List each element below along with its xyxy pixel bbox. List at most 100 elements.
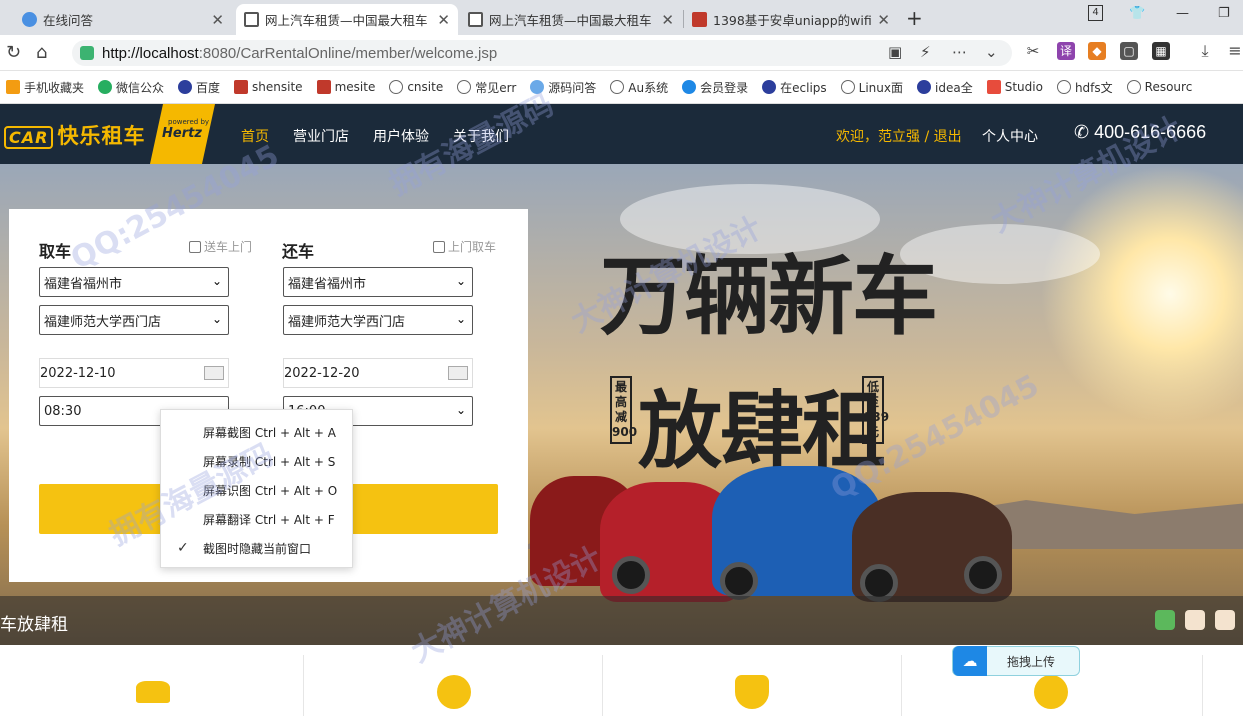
wheel-icon xyxy=(964,556,1002,594)
translate-icon[interactable]: 译 xyxy=(1057,42,1075,60)
apps-icon[interactable]: ▦ xyxy=(1152,42,1170,60)
close-icon[interactable]: ✕ xyxy=(877,11,890,29)
menu-item-translate[interactable]: 屏幕翻译 Ctrl + Alt + F xyxy=(161,505,354,534)
more-icon[interactable]: ⋯ xyxy=(952,43,967,61)
banner-slogan-1: 万辆新车 xyxy=(600,246,938,347)
bookmark-item[interactable]: 百度 xyxy=(178,79,220,96)
tab-title: 网上汽车租赁—中国最大租车 xyxy=(489,13,652,28)
menu-item-record[interactable]: 屏幕录制 Ctrl + Alt + S xyxy=(161,447,354,476)
close-icon[interactable]: ✕ xyxy=(437,11,450,29)
bookmark-item[interactable]: Linux面 xyxy=(840,79,903,96)
globe-icon xyxy=(1126,80,1141,94)
scissors-icon[interactable]: ✂ xyxy=(1024,42,1042,60)
pickup-date-input[interactable]: 2022-12-10 xyxy=(39,358,229,388)
tab-car-rental-active[interactable]: 网上汽车租赁—中国最大租车 ✕ xyxy=(236,4,458,35)
return-date-input[interactable]: 2022-12-20 xyxy=(283,358,473,388)
bookmark-item[interactable]: 常见err xyxy=(457,79,516,96)
divider xyxy=(901,655,902,716)
welcome-logout-link[interactable]: 欢迎，范立强 / 退出 xyxy=(836,126,962,146)
shirt-icon[interactable]: 👕 xyxy=(1129,6,1145,21)
bookmark-item[interactable]: 在eclips xyxy=(762,79,827,96)
bookmark-item[interactable]: shensite xyxy=(234,80,303,94)
menu-item-hide-window[interactable]: ✓ 截图时隐藏当前窗口 xyxy=(161,534,354,563)
bookmark-item[interactable]: 源码问答 xyxy=(530,79,596,96)
minimize-icon[interactable]: — xyxy=(1176,6,1189,21)
logo-car-mark: CAR xyxy=(4,126,54,149)
tab-car-rental[interactable]: 网上汽车租赁—中国最大租车 ✕ xyxy=(460,4,682,35)
pickup-store-select[interactable]: 福建师范大学西门店 ⌄ xyxy=(39,305,229,335)
return-city-select[interactable]: 福建省福州市 ⌄ xyxy=(283,267,473,297)
maximize-icon[interactable]: ❐ xyxy=(1218,6,1230,21)
folder-icon xyxy=(6,80,20,94)
carousel-dot[interactable] xyxy=(1215,610,1235,630)
pickup-service-checkbox[interactable]: 上门取车 xyxy=(433,238,496,255)
site-icon xyxy=(986,80,1001,94)
site-logo[interactable]: CAR 快乐租车 powered by Hertz xyxy=(0,104,215,164)
divider xyxy=(602,655,603,716)
tab-title: 1398基于安卓uniapp的wifi和 xyxy=(713,13,872,28)
banner-caption: 车放肆租 xyxy=(0,615,68,635)
bookmark-item[interactable]: Studio xyxy=(986,80,1043,94)
download-icon[interactable]: ⤓ xyxy=(1196,42,1214,60)
home-icon[interactable]: ⌂ xyxy=(36,42,47,63)
hertz-badge: powered by Hertz xyxy=(150,104,215,164)
drag-upload-widget[interactable]: ☁ 拖拽上传 xyxy=(952,646,1080,676)
bookmark-item[interactable]: Resourc xyxy=(1126,80,1192,94)
new-tab-button[interactable]: + xyxy=(906,6,923,30)
bookmark-item[interactable]: cnsite xyxy=(389,80,443,94)
user-center-link[interactable]: 个人中心 xyxy=(982,126,1038,146)
tab-favicon-icon xyxy=(244,12,259,27)
chevron-down-icon: ⌄ xyxy=(211,312,222,326)
chevron-down-icon[interactable]: ⌄ xyxy=(985,43,998,61)
logo-text: 快乐租车 xyxy=(57,124,146,148)
baidu-icon xyxy=(917,80,931,94)
divider xyxy=(1202,655,1203,716)
game-icon[interactable]: ◆ xyxy=(1088,42,1106,60)
nav-experience[interactable]: 用户体验 xyxy=(373,126,429,146)
calendar-icon[interactable] xyxy=(204,366,224,380)
bookmark-item[interactable]: mesite xyxy=(316,80,375,94)
bookmark-item[interactable]: hdfs文 xyxy=(1056,79,1113,96)
window-icon[interactable]: ▢ xyxy=(1120,42,1138,60)
calendar-icon[interactable] xyxy=(448,366,468,380)
globe-icon xyxy=(457,80,472,94)
tab-online-qa[interactable]: 在线问答 ✕ xyxy=(14,4,232,35)
tab-favicon-icon xyxy=(692,12,707,27)
url-bar[interactable]: http://localhost:8080/CarRentalOnline/me… xyxy=(72,40,1012,66)
bookmark-item[interactable]: idea全 xyxy=(917,79,973,96)
car-icon xyxy=(136,681,170,703)
tab-count-icon[interactable]: 4 xyxy=(1088,5,1103,21)
pickup-city-select[interactable]: 福建省福州市 ⌄ xyxy=(39,267,229,297)
banner-tag-discount: 最高减900 xyxy=(610,376,637,444)
carousel-dot-active[interactable] xyxy=(1155,610,1175,630)
bookmark-item[interactable]: 手机收藏夹 xyxy=(6,79,84,96)
nav-about[interactable]: 关于我们 xyxy=(453,126,509,146)
menu-item-screenshot[interactable]: 屏幕截图 Ctrl + Alt + A xyxy=(161,418,354,447)
baidu-icon xyxy=(178,80,193,94)
tab-title: 网上汽车租赁—中国最大租车 xyxy=(265,13,428,28)
bookmark-item[interactable]: 会员登录 xyxy=(682,79,748,96)
close-icon[interactable]: ✕ xyxy=(211,11,224,29)
bookmarks-bar: 手机收藏夹 微信公众 百度 shensite mesite cnsite 常见e… xyxy=(0,71,1243,104)
carousel-dot[interactable] xyxy=(1185,610,1205,630)
close-icon[interactable]: ✕ xyxy=(661,11,674,29)
bookmark-item[interactable]: Au系统 xyxy=(610,79,668,96)
browser-tab-strip: 在线问答 ✕ 网上汽车租赁—中国最大租车 ✕ 网上汽车租赁—中国最大租车 ✕ 1… xyxy=(0,0,1243,35)
site-icon xyxy=(234,80,249,94)
reload-icon[interactable]: ↻ xyxy=(6,42,21,63)
nav-stores[interactable]: 营业门店 xyxy=(293,126,349,146)
menu-item-recognize[interactable]: 屏幕识图 Ctrl + Alt + O xyxy=(161,476,354,505)
bookmark-item[interactable]: 微信公众 xyxy=(98,79,164,96)
main-nav: 首页 营业门店 用户体验 关于我们 xyxy=(241,126,533,146)
return-store-select[interactable]: 福建师范大学西门店 ⌄ xyxy=(283,305,473,335)
phone-icon: ✆ xyxy=(1074,122,1095,142)
delivery-checkbox[interactable]: 送车上门 xyxy=(189,238,252,255)
address-toolbar: ↻ ⌂ http://localhost:8080/CarRentalOnlin… xyxy=(0,35,1243,71)
tab-uniapp-wifi[interactable]: 1398基于安卓uniapp的wifi和 ✕ xyxy=(684,4,898,35)
lightning-icon[interactable]: ⚡ xyxy=(920,43,931,61)
screenshot-icon[interactable]: ▣ xyxy=(888,43,902,61)
cloud-icon xyxy=(682,80,697,94)
globe-icon xyxy=(840,80,855,94)
menu-icon[interactable]: ≡ xyxy=(1226,42,1243,60)
nav-home[interactable]: 首页 xyxy=(241,126,269,146)
